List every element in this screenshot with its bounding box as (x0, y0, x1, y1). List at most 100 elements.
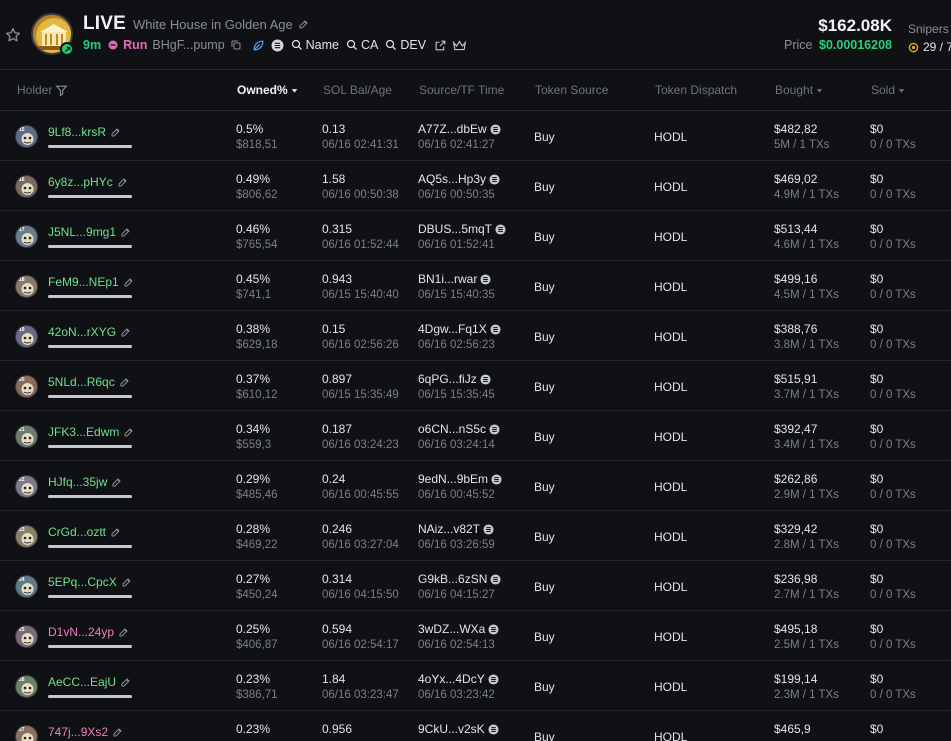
funding-source[interactable]: AQ5s...Hp3y (418, 172, 500, 186)
holder-address[interactable]: FeM9...NEp1 (48, 275, 135, 289)
funding-source[interactable]: 4Dgw...Fq1X (418, 322, 501, 336)
owned-percent: 0.38% (236, 322, 271, 336)
col-token-source[interactable]: Token Source (535, 83, 608, 97)
funding-source[interactable]: NAiz...v82T (418, 522, 494, 536)
crown-icon[interactable] (452, 39, 467, 52)
holder-avatar[interactable]: 17 (15, 225, 38, 248)
table-row[interactable]: 18 FeM9...NEp1 0.45% $741,1 0.943 06/15 15:40… (0, 261, 951, 311)
table-row[interactable]: 16 6y8z...pHYc 0.49% $806,62 1.58 06/16 00:50… (0, 161, 951, 211)
funding-source[interactable]: G9kB...6zSN (418, 572, 501, 586)
holder-address[interactable]: AeCC...EajU (48, 675, 132, 689)
search-dev-link[interactable]: DEV (385, 38, 426, 52)
funding-source[interactable]: 3wDZ...WXa (418, 622, 499, 636)
holder-address[interactable]: 42oN...rXYG (48, 325, 132, 339)
edit-icon[interactable] (110, 126, 122, 138)
table-row[interactable]: 20 5NLd...R6qc 0.37% $610,12 0.897 06/15 15:3… (0, 361, 951, 411)
edit-icon[interactable] (123, 276, 135, 288)
edit-icon[interactable] (120, 676, 132, 688)
funding-source[interactable]: 4oYx...4DcY (418, 672, 499, 686)
holder-avatar[interactable]: 15 (15, 125, 38, 148)
solana-icon (480, 373, 491, 385)
funding-source[interactable]: 6qPG...fiJz (418, 372, 491, 386)
sold-usd: $0 (870, 572, 884, 586)
col-bought[interactable]: Bought (775, 83, 823, 97)
edit-name-icon[interactable] (298, 18, 310, 30)
holder-avatar[interactable]: 27 (15, 725, 38, 741)
holder-avatar[interactable]: 16 (15, 175, 38, 198)
edit-icon[interactable] (111, 476, 123, 488)
holder-avatar[interactable]: 26 (15, 675, 38, 698)
run-label: Run (123, 38, 148, 52)
filter-icon[interactable] (55, 84, 68, 97)
source-time: 06/16 03:23:42 (418, 689, 495, 701)
edit-icon[interactable] (110, 526, 122, 538)
edit-icon[interactable] (120, 226, 132, 238)
table-row[interactable]: 21 JFK3...Edwm 0.34% $559,3 0.187 06/16 03:24… (0, 411, 951, 461)
favorite-star-icon[interactable] (5, 27, 21, 43)
edit-icon[interactable] (121, 576, 133, 588)
bought-usd: $465,9 (774, 722, 811, 736)
sold-amount: 0 / 0 TXs (870, 539, 916, 551)
table-row[interactable]: 23 CrGd...oztt 0.28% $469,22 0.246 06/16 03:2… (0, 511, 951, 561)
owned-percent: 0.25% (236, 622, 271, 636)
holder-avatar[interactable]: 18 (15, 275, 38, 298)
funding-source[interactable]: BN1i...rwar (418, 272, 491, 286)
funding-source[interactable]: A77Z...dbEw (418, 122, 501, 136)
holding-bar (48, 595, 132, 598)
edit-icon[interactable] (123, 426, 135, 438)
edit-icon[interactable] (120, 326, 132, 338)
col-sol-bal-age[interactable]: SOL Bal/Age (323, 83, 392, 97)
table-row[interactable]: 26 AeCC...EajU 0.23% $386,71 1.84 06/16 03:23… (0, 661, 951, 711)
col-owned[interactable]: Owned% (237, 83, 298, 97)
table-row[interactable]: 15 9Lf8...krsR 0.5% $818,51 0.13 06/16 02:41:… (0, 111, 951, 161)
holder-address[interactable]: 747j...9Xs2 (48, 725, 124, 739)
token-avatar[interactable] (31, 13, 74, 56)
col-source-time[interactable]: Source/TF Time (419, 83, 504, 97)
holding-bar (48, 395, 132, 398)
funding-source[interactable]: 9edN...9bEm (418, 472, 502, 486)
holder-address[interactable]: D1vN...24yp (48, 625, 130, 639)
source-time: 06/16 03:26:59 (418, 539, 495, 551)
col-token-dispatch[interactable]: Token Dispatch (655, 83, 737, 97)
solana-icon[interactable] (271, 39, 284, 52)
table-row[interactable]: 17 J5NL...9mg1 0.46% $765,54 0.315 06/16 01:5… (0, 211, 951, 261)
holder-avatar[interactable]: 23 (15, 525, 38, 548)
search-ca-link[interactable]: CA (346, 38, 378, 52)
search-name-link[interactable]: Name (291, 38, 339, 52)
external-link-icon[interactable] (434, 39, 447, 52)
holder-address[interactable]: 6y8z...pHYc (48, 175, 129, 189)
holder-avatar[interactable]: 24 (15, 575, 38, 598)
holder-avatar[interactable]: 25 (15, 625, 38, 648)
holder-address[interactable]: 9Lf8...krsR (48, 125, 122, 139)
table-row[interactable]: 22 HJfq...35jw 0.29% $485,46 0.24 06/16 00:45… (0, 461, 951, 511)
funding-source[interactable]: o6CN...nS5c (418, 422, 500, 436)
bought-amount: 2.5M / 1 TXs (774, 639, 839, 651)
edit-icon[interactable] (117, 176, 129, 188)
funding-source[interactable]: DBUS...5mqT (418, 222, 506, 236)
edit-icon[interactable] (112, 726, 124, 738)
copy-icon[interactable] (230, 39, 242, 51)
holder-address[interactable]: JFK3...Edwm (48, 425, 135, 439)
edit-icon[interactable] (119, 376, 131, 388)
edit-icon[interactable] (118, 626, 130, 638)
owned-percent: 0.46% (236, 222, 271, 236)
table-row[interactable]: 27 747j...9Xs2 0.23% 0.956 9CkU...v2sK Buy HOD… (0, 711, 951, 741)
holder-avatar[interactable]: 22 (15, 475, 38, 498)
token-dispatch: HODL (654, 680, 688, 694)
table-row[interactable]: 24 5EPq...CpcX 0.27% $450,24 0.314 06/16 04:1… (0, 561, 951, 611)
col-sold[interactable]: Sold (871, 83, 905, 97)
holder-avatar[interactable]: 19 (15, 325, 38, 348)
holder-address[interactable]: CrGd...oztt (48, 525, 122, 539)
holder-avatar[interactable]: 20 (15, 375, 38, 398)
holder-avatar[interactable]: 21 (15, 425, 38, 448)
leaf-icon[interactable] (252, 39, 265, 52)
col-holder[interactable]: Holder (17, 83, 68, 97)
table-row[interactable]: 25 D1vN...24yp 0.25% $406,87 0.594 06/16 02:5… (0, 611, 951, 661)
holder-address[interactable]: J5NL...9mg1 (48, 225, 132, 239)
table-row[interactable]: 19 42oN...rXYG 0.38% $629,18 0.15 06/16 02:56… (0, 311, 951, 361)
source-time: 06/16 01:52:41 (418, 239, 495, 251)
holder-address[interactable]: 5NLd...R6qc (48, 375, 131, 389)
holder-address[interactable]: 5EPq...CpcX (48, 575, 133, 589)
holder-address[interactable]: HJfq...35jw (48, 475, 123, 489)
funding-source[interactable]: 9CkU...v2sK (418, 722, 499, 736)
